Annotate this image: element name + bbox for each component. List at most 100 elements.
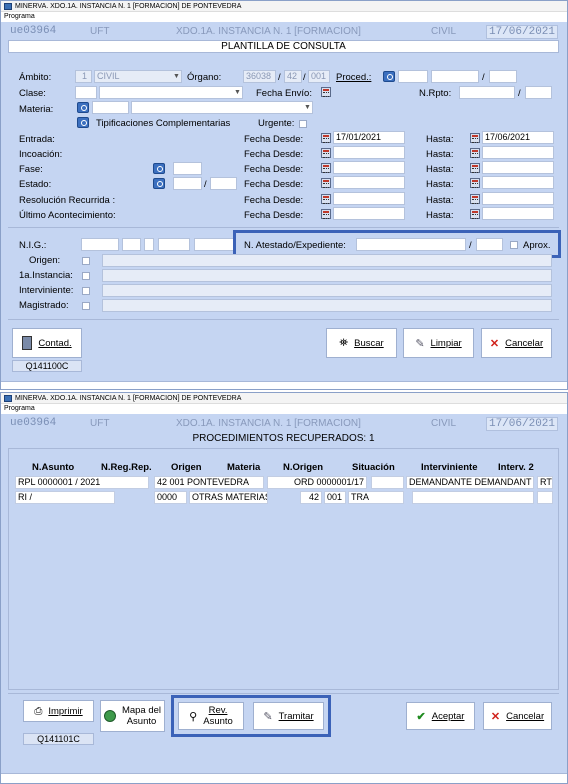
instancia-checkbox[interactable] [82,272,90,280]
estado-field[interactable] [173,177,202,190]
situacion-cell[interactable] [371,476,404,489]
aceptar-button[interactable]: ✔ Aceptar [406,702,475,730]
calendar-icon[interactable] [470,178,480,188]
nig-field-1[interactable] [81,238,119,251]
calendar-icon[interactable] [321,163,331,173]
fase-search-icon[interactable] [153,163,165,174]
entrada-hasta-field[interactable]: 17/06/2021 [482,131,554,144]
nig-field-3[interactable] [144,238,154,251]
nrpto-field[interactable] [459,86,515,99]
interviniente-cell[interactable] [412,491,534,504]
col-header-norigen: N.Origen [283,462,324,473]
calendar-icon[interactable] [470,148,480,158]
materia-cell[interactable]: OTRAS MATERIAS [189,491,268,504]
origen-checkbox[interactable] [82,257,90,265]
menu-programa[interactable]: Programa [4,13,35,20]
calendar-icon[interactable] [470,209,480,219]
organo-field-3[interactable]: 001 [308,70,330,83]
imprimir-button[interactable]: ⎙ Imprimir [23,700,94,722]
fase-field[interactable] [173,162,202,175]
calendar-icon[interactable] [470,133,480,143]
estado-field-2[interactable] [210,177,237,190]
clase-select[interactable] [99,86,243,99]
resolucion-desde-field[interactable] [333,192,405,205]
magistrado-label: Magistrado: [19,300,69,311]
norigen-n2-cell[interactable]: 001 [324,491,346,504]
cancelar-button[interactable]: ✕ Cancelar [483,702,552,730]
interviniente-cell[interactable]: DEMANDANTE DEMANDANT [406,476,534,489]
chevron-down-icon: ▼ [234,89,241,96]
calendar-icon[interactable] [321,178,331,188]
incoacion-desde-field[interactable] [333,146,405,159]
cancelar-button[interactable]: ✕ Cancelar [481,328,552,358]
calendar-icon[interactable] [321,209,331,219]
organo-field-2[interactable]: 42 [284,70,302,83]
tipificaciones-label[interactable]: Tipificaciones Complementarias [96,118,230,129]
calendar-icon[interactable] [321,194,331,204]
fase-hasta-field[interactable] [482,161,554,174]
col-header-situacion: Situación [352,462,395,473]
interviniente-field[interactable] [102,284,552,297]
organo-label: Órgano: [187,72,222,83]
calendar-icon[interactable] [470,194,480,204]
origen-cell[interactable]: 42 001 PONTEVEDRA [154,476,264,489]
ambito-code-field[interactable]: 1 [75,70,92,83]
norigen-cell[interactable]: ORD 0000001/17 [267,476,367,489]
mapa-asunto-button[interactable]: Mapa del Asunto [100,700,165,732]
magistrado-checkbox[interactable] [82,302,90,310]
instancia-field[interactable] [102,269,552,282]
materia-code-cell[interactable]: 0000 [154,491,187,504]
nig-field-4[interactable] [158,238,190,251]
calendar-icon[interactable] [321,133,331,143]
origen-field[interactable] [102,254,552,267]
table-row[interactable]: RI / [15,491,115,504]
ultimo-hasta-field[interactable] [482,207,554,220]
estado-hasta-field[interactable] [482,176,554,189]
incoacion-hasta-field[interactable] [482,146,554,159]
resolucion-hasta-field[interactable] [482,192,554,205]
materia-code-field[interactable] [92,101,129,114]
nrpto-year-field[interactable] [525,86,552,99]
interv2-cell[interactable]: RT [537,476,553,489]
organo-field-1[interactable]: 36038 [243,70,276,83]
chevron-down-icon: ▼ [304,104,311,111]
tipificaciones-icon[interactable] [77,117,89,128]
menu-bar: Programa [1,404,567,414]
interviniente-checkbox[interactable] [82,287,90,295]
materia-search-icon[interactable] [77,102,89,113]
chevron-down-icon: ▼ [173,73,180,80]
proced-field-1[interactable] [398,70,428,83]
ambito-select[interactable]: CIVIL [94,70,182,83]
calendar-icon[interactable] [470,163,480,173]
materia-select[interactable] [131,101,313,114]
fase-label: Fase: [19,164,43,175]
estado-search-icon[interactable] [153,178,165,189]
calendar-icon[interactable] [321,148,331,158]
interv2-cell[interactable] [537,491,553,504]
situacion-cell[interactable]: TRA [348,491,404,504]
uft-label: UFT [90,418,110,429]
binoculars-icon: ⛯ [339,336,349,349]
divider [8,693,559,694]
buscar-button[interactable]: ⛯ Buscar [326,328,397,358]
proced-year-field[interactable] [489,70,517,83]
contad-button[interactable]: Contad. [12,328,82,358]
estado-desde-field[interactable] [333,176,405,189]
nig-field-2[interactable] [122,238,141,251]
clase-code-field[interactable] [75,86,97,99]
nig-field-5[interactable] [194,238,234,251]
header-bar: ue03964 UFT XDO.1A. INSTANCIA N. 1 [FORM… [8,25,559,39]
page-title: PLANTILLA DE CONSULTA [8,40,559,53]
menu-programa[interactable]: Programa [4,405,35,412]
entrada-desde-field[interactable]: 17/01/2021 [333,131,405,144]
ultimo-desde-field[interactable] [333,207,405,220]
fase-desde-field[interactable] [333,161,405,174]
norigen-n1-cell[interactable]: 42 [300,491,322,504]
table-row[interactable]: RPL 0000001 / 2021 [15,476,149,489]
proced-field-2[interactable] [431,70,479,83]
magistrado-field[interactable] [102,299,552,312]
limpiar-button[interactable]: ✎ Limpiar [403,328,474,358]
calendar-icon[interactable] [321,87,331,97]
urgente-checkbox[interactable] [299,120,307,128]
proced-search-icon[interactable] [383,71,395,82]
